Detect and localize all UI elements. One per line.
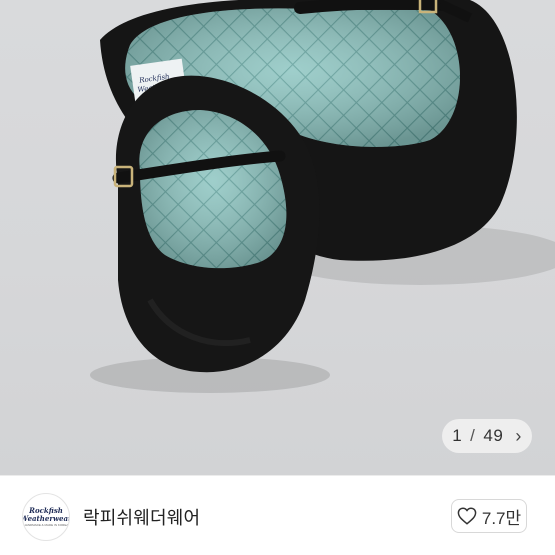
seller-avatar[interactable]: Rockfish Weatherwear HANDMADE & MADE IN … <box>22 493 70 541</box>
like-button[interactable]: 7.7만 <box>451 499 527 533</box>
like-count: 7.7만 <box>481 508 522 528</box>
avatar-logo-line-2: Weatherwear <box>22 514 70 523</box>
product-image-gallery[interactable]: Rockfish Weatherwear 1 / 49 › <box>0 0 555 475</box>
avatar-logo-sub: HANDMADE & MADE IN KOREA <box>23 523 69 527</box>
heart-icon <box>457 507 477 525</box>
seller-bar: Rockfish Weatherwear HANDMADE & MADE IN … <box>0 475 555 555</box>
seller-name[interactable]: 락피쉬웨더웨어 <box>83 504 200 530</box>
total-image-count: 49 <box>483 426 504 445</box>
current-image-index: 1 <box>452 426 463 445</box>
chevron-right-icon[interactable]: › <box>515 426 522 447</box>
product-detail-screen: Rockfish Weatherwear 1 / 49 › <box>0 0 555 555</box>
counter-separator: / <box>470 426 476 445</box>
product-photo: Rockfish Weatherwear <box>90 0 555 393</box>
image-counter[interactable]: 1 / 49 › <box>442 419 532 453</box>
